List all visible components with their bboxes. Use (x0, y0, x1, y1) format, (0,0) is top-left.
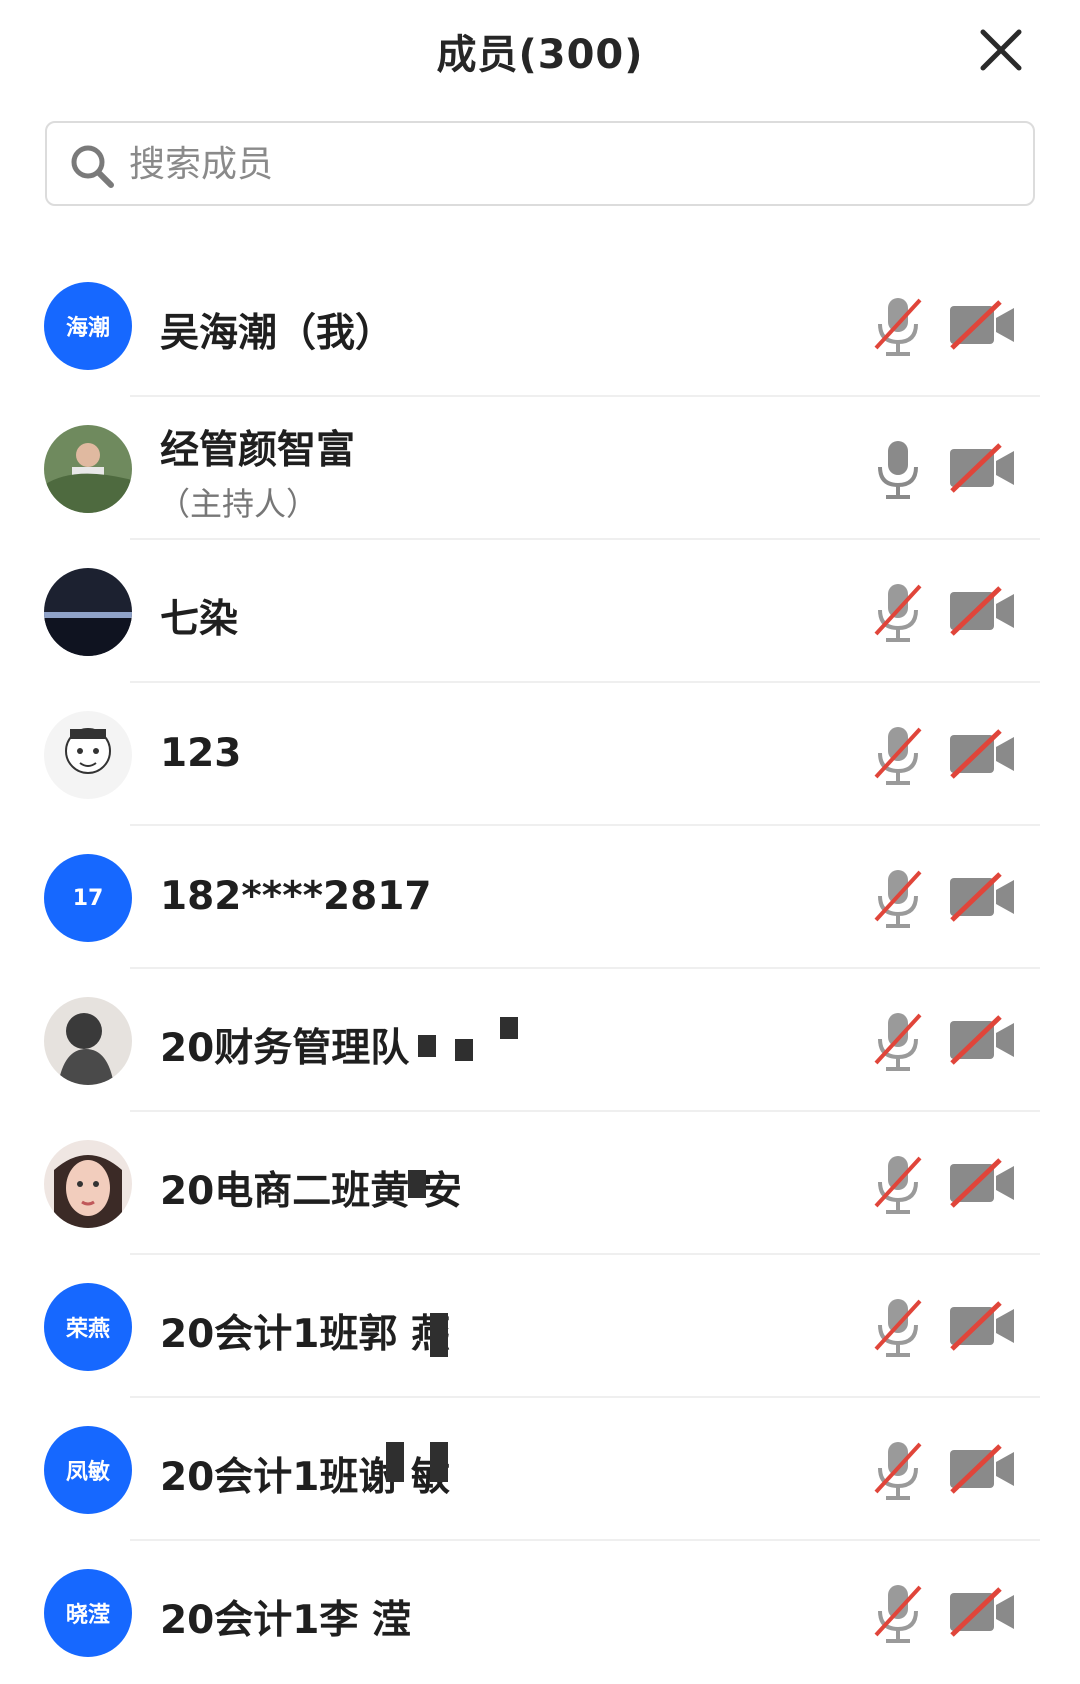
search-box (45, 121, 1035, 206)
member-name: 吴海潮（我） (160, 311, 395, 356)
close-button[interactable] (975, 24, 1027, 76)
member-name: 20会计1班郭 燕 (160, 1312, 450, 1357)
member-name: 123 (160, 731, 242, 776)
member-list: 海潮 吴海潮（我） 经管颜智富 （主持人） 七染 123 17 182****2… (0, 254, 1080, 1684)
search-icon (71, 145, 114, 188)
search-input[interactable] (129, 137, 1009, 191)
avatar: 荣燕 (44, 1283, 132, 1371)
girl-avatar-icon (44, 1140, 132, 1228)
member-name: 20财务管理队 (160, 1026, 410, 1071)
avatar: 17 (44, 854, 132, 942)
mic-muted-icon[interactable] (870, 723, 926, 789)
redaction-block (430, 1442, 448, 1482)
mic-muted-icon[interactable] (870, 1295, 926, 1361)
member-row[interactable]: 七染 (0, 540, 1080, 683)
member-name: 七染 (160, 597, 239, 642)
mic-muted-icon[interactable] (870, 1581, 926, 1647)
member-row[interactable]: 凤敏 20会计1班谢 敏 (0, 1398, 1080, 1541)
member-row[interactable]: 123 (0, 683, 1080, 826)
member-row[interactable]: 17 182****2817 (0, 826, 1080, 969)
camera-off-icon[interactable] (948, 1587, 1016, 1637)
camera-off-icon[interactable] (948, 872, 1016, 922)
mic-on-icon[interactable] (870, 437, 926, 503)
mic-muted-icon[interactable] (870, 1152, 926, 1218)
mic-muted-icon[interactable] (870, 1438, 926, 1504)
member-name: 182****2817 (160, 874, 432, 919)
redaction-block (408, 1170, 426, 1198)
camera-off-icon[interactable] (948, 1015, 1016, 1065)
camera-off-icon[interactable] (948, 300, 1016, 350)
mic-muted-icon[interactable] (870, 294, 926, 360)
avatar: 海潮 (44, 282, 132, 370)
redaction-block (430, 1313, 448, 1357)
camera-off-icon[interactable] (948, 1444, 1016, 1494)
redaction-block (455, 1039, 473, 1061)
member-row[interactable]: 海潮 吴海潮（我） (0, 254, 1080, 397)
cartoon-avatar-icon (44, 711, 132, 799)
avatar: 凤敏 (44, 1426, 132, 1514)
avatar: 晓滢 (44, 1569, 132, 1657)
mic-muted-icon[interactable] (870, 866, 926, 932)
portrait-avatar-icon (44, 997, 132, 1085)
redaction-block (386, 1442, 404, 1482)
camera-off-icon[interactable] (948, 443, 1016, 493)
member-name: 20会计1班谢 敏 (160, 1455, 450, 1500)
member-row[interactable]: 晓滢 20会计1李 滢 (0, 1541, 1080, 1684)
member-name: 20会计1李 滢 (160, 1598, 411, 1643)
redaction-block (500, 1017, 518, 1039)
mic-muted-icon[interactable] (870, 580, 926, 646)
camera-off-icon[interactable] (948, 1158, 1016, 1208)
host-label: （主持人） (158, 485, 319, 523)
camera-off-icon[interactable] (948, 729, 1016, 779)
member-row[interactable]: 20电商二班黄 安 (0, 1112, 1080, 1255)
member-row[interactable]: 20财务管理队 (0, 969, 1080, 1112)
redaction-block (418, 1035, 436, 1057)
mic-muted-icon[interactable] (870, 1009, 926, 1075)
photo-avatar-icon (44, 425, 132, 513)
header: 成员(300) (0, 0, 1080, 110)
camera-off-icon[interactable] (948, 586, 1016, 636)
page-title: 成员(300) (436, 32, 644, 78)
close-icon (980, 29, 1022, 71)
member-name: 经管颜智富 (160, 428, 356, 473)
night-photo-avatar-icon (44, 568, 132, 656)
member-row[interactable]: 经管颜智富 （主持人） (0, 397, 1080, 540)
camera-off-icon[interactable] (948, 1301, 1016, 1351)
member-row[interactable]: 荣燕 20会计1班郭 燕 (0, 1255, 1080, 1398)
